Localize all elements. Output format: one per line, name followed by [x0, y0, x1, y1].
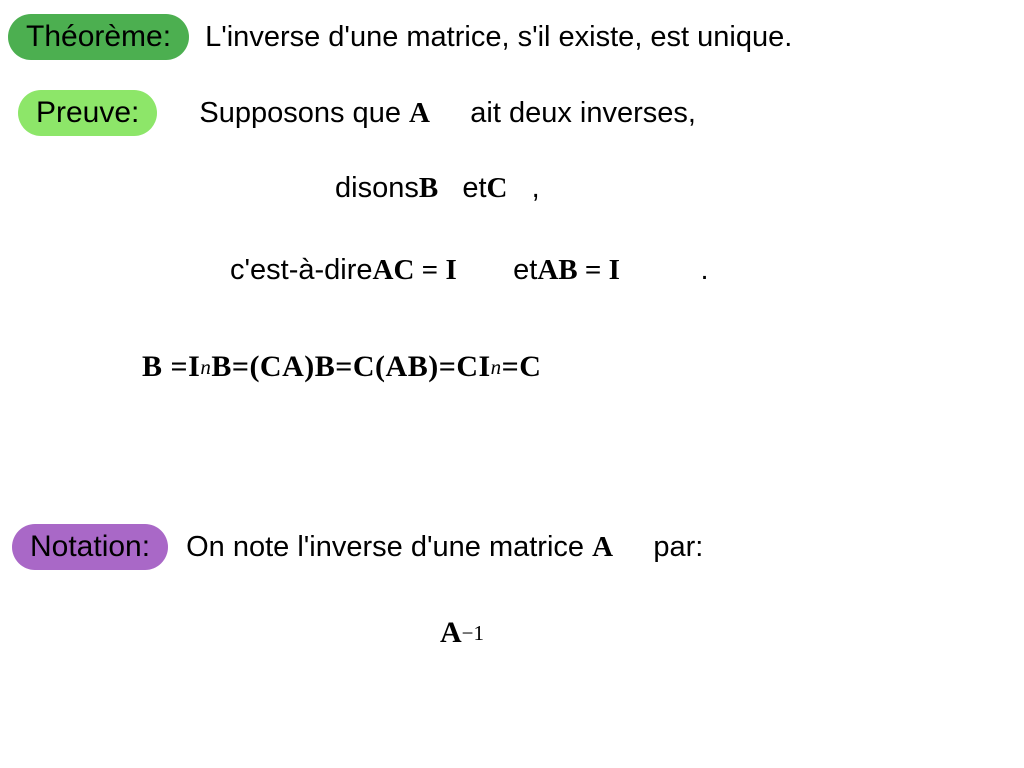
notation-row: Notation: On note l'inverse d'une matric… [12, 524, 703, 570]
chain-eq4: = [439, 350, 457, 384]
proof-line1-b: ait deux inverses, [470, 97, 696, 129]
notation-label-pill: Notation: [12, 524, 168, 570]
chain-eq1: = [171, 350, 189, 384]
proof-line1: Supposons que A ait deux inverses, [199, 97, 696, 130]
notation-text-A: A [592, 531, 613, 563]
notation-text: On note l'inverse d'une matrice A par: [186, 531, 703, 564]
notation-text-a: On note l'inverse d'une matrice [186, 531, 584, 563]
proof-label-pill: Preuve: [18, 90, 157, 136]
proof-line1-a: Supposons que [199, 97, 401, 129]
notation-text-b: par: [653, 531, 703, 563]
proof-line2: disons B et C , [335, 172, 540, 205]
proof-line3: c'est-à-dire AC = I et AB = I . [230, 254, 709, 287]
chain-eq3: = [335, 350, 353, 384]
proof-line3-c: . [701, 254, 709, 287]
proof-row: Preuve: Supposons que A ait deux inverse… [18, 90, 696, 136]
theorem-label-pill: Théorème: [8, 14, 189, 60]
chain-CAB1: (CA)B [249, 350, 335, 384]
proof-line3-b: et [513, 254, 537, 287]
chain-InB-n: n [200, 355, 211, 380]
chain-InB-I: I [188, 350, 200, 384]
inv-exp: −1 [462, 621, 484, 646]
proof-line3-eq1: AC = I [373, 254, 457, 287]
chain-B: B [142, 350, 163, 384]
theorem-statement: L'inverse d'une matrice, s'il existe, es… [205, 21, 792, 54]
proof-line2-B: B [419, 172, 438, 205]
inv-A: A [440, 616, 462, 650]
chain-eq2: = [232, 350, 250, 384]
theorem-row: Théorème: L'inverse d'une matrice, s'il … [8, 14, 792, 60]
chain-eq5: = [502, 350, 520, 384]
proof-line2-c: , [532, 172, 540, 205]
proof-line3-a: c'est-à-dire [230, 254, 373, 287]
proof-equation-chain: B = InB = (CA)B = C(AB) = CIn = C [142, 350, 541, 384]
chain-CI-n: n [491, 355, 502, 380]
proof-line2-C: C [487, 172, 508, 205]
proof-line1-A: A [409, 97, 430, 129]
chain-C: C [519, 350, 541, 384]
notation-inverse: A−1 [440, 616, 484, 650]
chain-CI-C: CI [456, 350, 490, 384]
proof-line2-b: et [462, 172, 486, 205]
proof-line3-eq2: AB = I [537, 254, 620, 287]
chain-CAB2: C(AB) [353, 350, 439, 384]
proof-line2-a: disons [335, 172, 419, 205]
chain-InB-B: B [211, 350, 232, 384]
